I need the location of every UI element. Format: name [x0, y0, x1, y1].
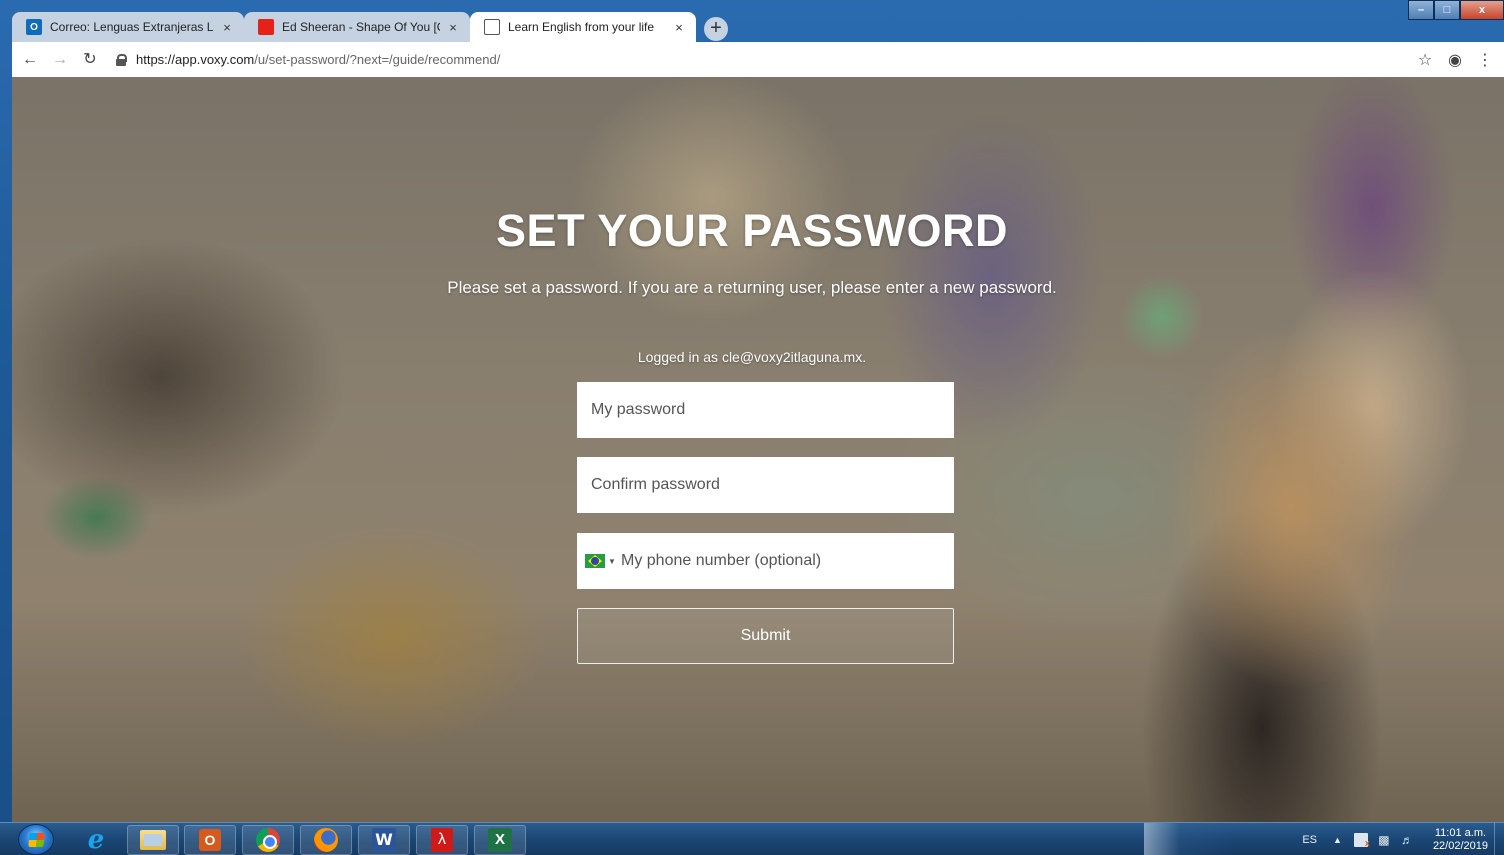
tab-title: Correo: Lenguas Extranjeras La La: [50, 20, 214, 34]
minimize-icon[interactable]: –: [1408, 0, 1434, 20]
password-input[interactable]: [577, 382, 954, 438]
logged-in-text: Logged in as cle@voxy2itlaguna.mx.: [637, 349, 867, 365]
url-host: https://app.voxy.com: [136, 52, 255, 67]
phone-field: ▼: [577, 533, 954, 589]
clock[interactable]: 11:01 a.m. 22/02/2019: [1433, 827, 1488, 853]
outlook-icon: O: [26, 19, 42, 35]
taskbar-outlook[interactable]: O: [184, 825, 236, 855]
clock-time: 11:01 a.m.: [1434, 826, 1487, 839]
window-controls: – □ x: [1408, 0, 1504, 22]
language-indicator[interactable]: ES: [1302, 834, 1317, 846]
outlook-icon: O: [199, 829, 221, 851]
system-tray: ES ▲ ▩ ♬ 11:01 a.m. 22/02/2019: [1144, 823, 1504, 855]
show-desktop-button[interactable]: [1494, 823, 1504, 855]
firefox-icon: [314, 828, 338, 852]
tab-title: Ed Sheeran - Shape Of You [Offic: [282, 20, 440, 34]
taskbar-internet-explorer[interactable]: e: [70, 825, 122, 855]
taskbar-word[interactable]: W: [358, 825, 410, 855]
page-title: SET YOUR PASSWORD: [496, 205, 1008, 256]
profile-icon[interactable]: ◉: [1440, 50, 1470, 70]
browser-window: O Correo: Lenguas Extranjeras La La × Ed…: [0, 0, 1504, 822]
maximize-icon[interactable]: □: [1434, 0, 1460, 20]
start-button[interactable]: [18, 824, 54, 855]
bookmark-star-icon[interactable]: ☆: [1410, 50, 1440, 70]
taskbar: e O W λ X ES ▲ ▩ ♬ 11:01 a.m. 22/02/2019: [0, 822, 1504, 855]
close-icon[interactable]: ×: [672, 20, 686, 35]
phone-input[interactable]: [621, 533, 954, 589]
clock-date: 22/02/2019: [1432, 839, 1488, 852]
close-icon[interactable]: ×: [446, 20, 460, 35]
forward-arrow-icon[interactable]: →: [48, 48, 72, 72]
document-icon: [484, 19, 500, 35]
lock-icon: [116, 53, 127, 66]
taskbar-firefox[interactable]: [300, 825, 352, 855]
brazil-flag-icon: [585, 554, 605, 568]
word-icon: W: [372, 828, 396, 852]
page-subtitle: Please set a password. If you are a retu…: [447, 278, 1057, 297]
tab-youtube[interactable]: Ed Sheeran - Shape Of You [Offic ×: [244, 12, 470, 42]
network-icon[interactable]: ▩: [1377, 833, 1391, 847]
taskbar-excel[interactable]: X: [474, 825, 526, 855]
excel-icon: X: [488, 828, 512, 852]
tab-title: Learn English from your life: [508, 20, 655, 34]
tab-strip: O Correo: Lenguas Extranjeras La La × Ed…: [12, 10, 1412, 42]
back-arrow-icon[interactable]: ←: [18, 48, 42, 72]
address-bar[interactable]: https://app.voxy.com/u/set-password/?nex…: [116, 47, 1410, 73]
submit-button[interactable]: Submit: [577, 608, 954, 664]
new-tab-button[interactable]: +: [704, 17, 728, 41]
country-select[interactable]: ▼: [585, 554, 621, 568]
url-path: /u/set-password/?next=/guide/recommend/: [254, 52, 501, 67]
confirm-password-input[interactable]: [577, 457, 954, 513]
caret-down-icon: ▼: [608, 556, 616, 566]
background-overlay: [12, 77, 1504, 822]
page-background: [12, 77, 1504, 822]
chrome-icon: [256, 828, 280, 852]
volume-icon[interactable]: ♬: [1400, 833, 1414, 847]
folder-icon: [140, 830, 166, 850]
reload-icon[interactable]: ↻: [78, 48, 102, 72]
action-center-flag-icon[interactable]: [1353, 832, 1370, 850]
browser-toolbar: ← → ↻ https://app.voxy.com/u/set-passwor…: [12, 42, 1504, 77]
acrobat-icon: λ: [431, 828, 453, 852]
internet-explorer-icon: e: [87, 825, 105, 855]
close-icon[interactable]: ×: [220, 20, 234, 35]
tab-outlook[interactable]: O Correo: Lenguas Extranjeras La La ×: [12, 12, 244, 42]
menu-kebab-icon[interactable]: ⋮: [1470, 50, 1500, 70]
window-close-icon[interactable]: x: [1460, 0, 1504, 20]
taskbar-file-explorer[interactable]: [127, 825, 179, 855]
youtube-icon: [258, 19, 274, 35]
show-hidden-icons-icon[interactable]: ▲: [1333, 835, 1342, 845]
taskbar-acrobat[interactable]: λ: [416, 825, 468, 855]
tab-voxy[interactable]: Learn English from your life ×: [470, 12, 696, 42]
taskbar-chrome[interactable]: [242, 825, 294, 855]
